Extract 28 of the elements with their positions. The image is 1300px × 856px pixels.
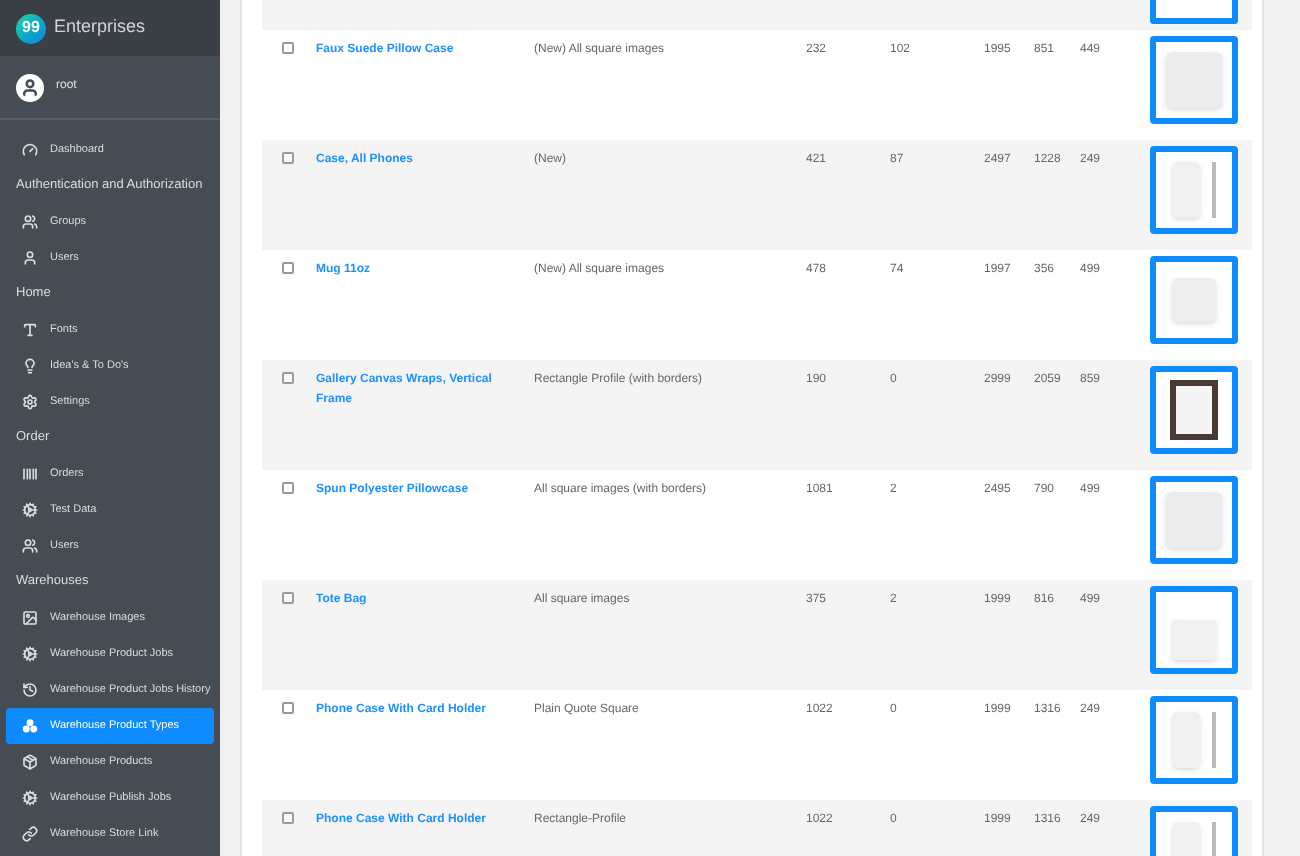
avatar-icon <box>16 73 44 101</box>
box-icon <box>22 754 38 770</box>
font-icon <box>22 322 38 338</box>
circles-icon <box>22 718 38 734</box>
brand-name: Enterprises <box>54 14 146 41</box>
row-checkbox[interactable] <box>282 262 294 274</box>
image-icon <box>22 610 38 626</box>
row-checkbox[interactable] <box>282 152 294 164</box>
row-checkbox[interactable] <box>282 42 294 54</box>
users-icon <box>22 538 38 554</box>
user-icon <box>22 250 38 266</box>
row-checkbox[interactable] <box>282 702 294 714</box>
settings-icon <box>22 394 38 410</box>
users-icon <box>22 214 38 230</box>
history-icon <box>22 682 38 698</box>
row-checkbox[interactable] <box>282 372 294 384</box>
row-checkbox[interactable] <box>282 812 294 824</box>
barcode-icon <box>22 466 38 482</box>
row-checkbox[interactable] <box>282 592 294 604</box>
logo: 99 <box>16 13 46 43</box>
lightbulb-icon <box>22 358 38 374</box>
cog-icon <box>22 646 38 662</box>
product-image[interactable] <box>1150 366 1238 454</box>
cog-icon <box>22 502 38 518</box>
row-checkbox[interactable] <box>282 482 294 494</box>
gauge-icon <box>22 142 38 158</box>
link-icon <box>22 826 38 842</box>
cog-icon <box>22 790 38 806</box>
